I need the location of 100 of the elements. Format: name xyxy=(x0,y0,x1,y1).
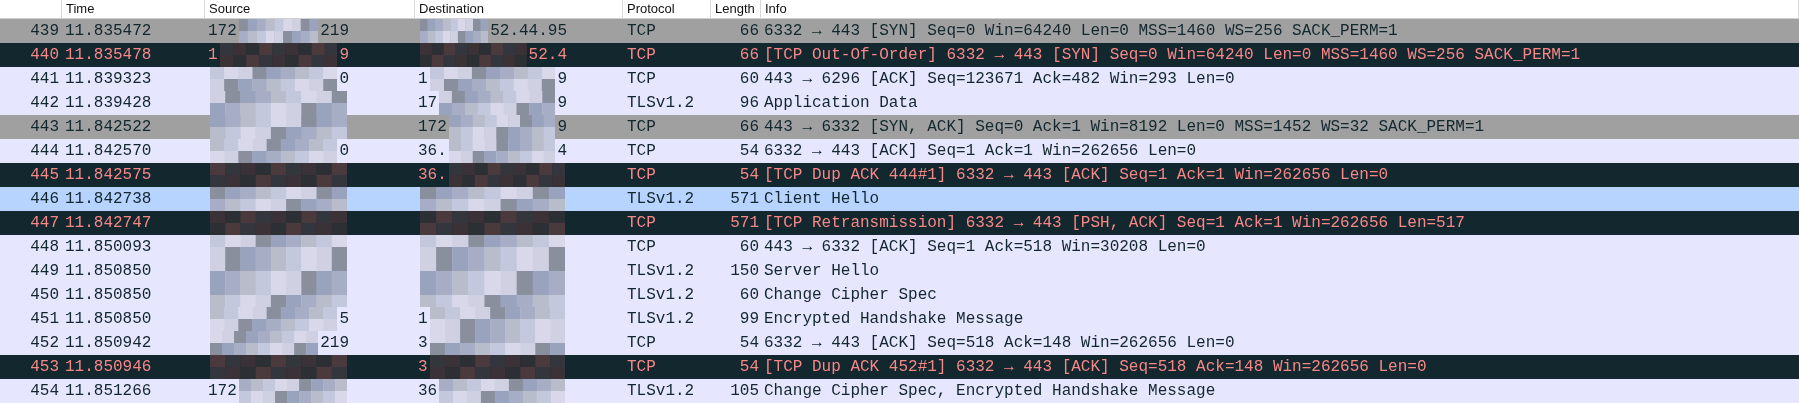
packet-row[interactable]: 440 11.835478 1 9 52.4 TCP 66 [TCP Out-Of-Order] 6332 → 443 [SYN] Seq=0 Win=64240 Len=0 MSS=1460 WS=256 SACK_PERM=1 xyxy=(0,43,1799,67)
protocol-cell: TCP xyxy=(627,358,656,376)
packet-number: 440 xyxy=(30,45,59,66)
destination-cell-text: 9 xyxy=(557,117,567,138)
protocol-cell: TLSv1.2 xyxy=(627,94,695,112)
source-cell-text: 172 xyxy=(208,381,237,402)
length-cell-text: 99 xyxy=(739,309,759,330)
destination-cell-text: 3 xyxy=(418,357,428,378)
protocol-cell: TLSv1.2 xyxy=(627,262,695,280)
length-cell-text: 54 xyxy=(739,333,759,354)
length-cell-text: 54 xyxy=(739,141,759,162)
packet-row[interactable]: 452 11.850942 219 3 TCP 54 6332 → 443 [ACK] Seq=518 Ack=148 Win=262656 Len=0 xyxy=(0,331,1799,355)
protocol-cell: TLSv1.2 xyxy=(627,382,695,400)
destination-cell-text: 52.4 xyxy=(528,45,567,66)
packet-number: 450 xyxy=(30,285,59,306)
source-cell-text: 0 xyxy=(339,141,349,162)
packet-row[interactable]: 450 11.850850 TLSv1.2 60 Change Cipher Spec xyxy=(0,283,1799,307)
source-cell-text: 219 xyxy=(320,21,349,42)
packet-row[interactable]: 448 11.850093 TCP 60 443 → 6332 [ACK] Seq=1 Ack=518 Win=30208 Len=0 xyxy=(0,235,1799,259)
packet-row[interactable]: 444 11.842570 0 36. 4 TCP 54 6332 → 443 [ACK] Seq=1 Ack=1 Win=262656 Len=0 xyxy=(0,139,1799,163)
time-cell: 11.850850 xyxy=(65,310,152,328)
packet-row[interactable]: 439 11.835472 172 219 52.44.95 TCP 66 6332 → 443 [SYN] Seq=0 Win=64240 Len=0 MSS=1460 WS=256 SACK_PERM=1 xyxy=(0,19,1799,43)
destination-cell-text: 36. xyxy=(418,165,447,186)
packet-number: 448 xyxy=(30,237,59,258)
packet-row[interactable]: 445 11.842575 36. TCP 54 [TCP Dup ACK 444#1] 6332 → 443 [ACK] Seq=1 Ack=1 Win=262656 Len=0 xyxy=(0,163,1799,187)
packet-row[interactable]: 443 11.842522 172 9 TCP 66 443 → 6332 [SYN, ACK] Seq=0 Ack=1 Win=8192 Len=0 MSS=1452 WS=32 SACK_PERM=1 xyxy=(0,115,1799,139)
column-header[interactable]: Protocol xyxy=(627,1,675,16)
protocol-cell: TCP xyxy=(627,46,656,64)
destination-cell-text: 36 xyxy=(418,381,438,402)
column-header[interactable]: Time xyxy=(66,1,95,16)
packet-number: 446 xyxy=(30,189,59,210)
destination-cell-text: 1 xyxy=(418,69,428,90)
protocol-cell: TCP xyxy=(627,22,656,40)
time-cell: 11.850946 xyxy=(65,358,152,376)
source-cell-text: 5 xyxy=(339,309,349,330)
info-cell: Change Cipher Spec xyxy=(764,286,937,304)
info-cell: Client Hello xyxy=(764,190,880,208)
info-cell: Change Cipher Spec, Encrypted Handshake Message xyxy=(764,382,1216,400)
source-cell-text: 0 xyxy=(339,69,349,90)
length-cell-text: 60 xyxy=(739,285,759,306)
protocol-cell: TCP xyxy=(627,142,656,160)
protocol-cell: TLSv1.2 xyxy=(627,190,695,208)
info-cell: Server Hello xyxy=(764,262,880,280)
column-header[interactable]: Destination xyxy=(419,1,485,16)
destination-cell-text: 3 xyxy=(418,333,428,354)
time-cell: 11.842747 xyxy=(65,214,152,232)
info-cell: 6332 → 443 [ACK] Seq=518 Ack=148 Win=262656 Len=0 xyxy=(764,334,1235,352)
protocol-cell: TLSv1.2 xyxy=(627,286,695,304)
packet-row[interactable]: 446 11.842738 TLSv1.2 571 Client Hello xyxy=(0,187,1799,211)
info-cell: [TCP Dup ACK 444#1] 6332 → 443 [ACK] Seq=1 Ack=1 Win=262656 Len=0 xyxy=(764,166,1389,184)
info-cell: Application Data xyxy=(764,94,918,112)
packet-number: 451 xyxy=(30,309,59,330)
destination-cell-text: 9 xyxy=(557,93,567,114)
source-cell-text: 9 xyxy=(339,45,349,66)
time-cell: 11.835472 xyxy=(65,22,152,40)
protocol-cell: TCP xyxy=(627,118,656,136)
packet-number: 454 xyxy=(30,381,59,402)
packet-number: 441 xyxy=(30,69,59,90)
length-cell-text: 60 xyxy=(739,237,759,258)
packet-row[interactable]: 451 11.850850 5 1 TLSv1.2 99 Encrypted Handshake Message xyxy=(0,307,1799,331)
source-cell-text: 172 xyxy=(208,21,237,42)
length-cell-text: 54 xyxy=(739,165,759,186)
packet-row[interactable]: 442 11.839428 17 9 TLSv1.2 96 Application Data xyxy=(0,91,1799,115)
length-cell-text: 105 xyxy=(730,381,759,402)
info-cell: Encrypted Handshake Message xyxy=(764,310,1024,328)
info-cell: 6332 → 443 [SYN] Seq=0 Win=64240 Len=0 MSS=1460 WS=256 SACK_PERM=1 xyxy=(764,22,1398,40)
source-cell-text: 1 xyxy=(208,45,218,66)
destination-cell-text: 52.44.95 xyxy=(490,21,567,42)
protocol-cell: TCP xyxy=(627,214,656,232)
length-cell-text: 150 xyxy=(730,261,759,282)
info-cell: 443 → 6296 [ACK] Seq=123671 Ack=482 Win=293 Len=0 xyxy=(764,70,1235,88)
packet-row[interactable]: 441 11.839323 0 1 9 TCP 60 443 → 6296 [ACK] Seq=123671 Ack=482 Win=293 Len=0 xyxy=(0,67,1799,91)
time-cell: 11.850093 xyxy=(65,238,152,256)
protocol-cell: TCP xyxy=(627,238,656,256)
length-cell-text: 54 xyxy=(739,357,759,378)
column-header[interactable]: Source xyxy=(209,1,251,16)
packet-number: 444 xyxy=(30,141,59,162)
destination-cell-text: 36. xyxy=(418,141,447,162)
packet-row[interactable]: 447 11.842747 TCP 571 [TCP Retransmission] 6332 → 443 [PSH, ACK] Seq=1 Ack=1 Win=262656 Len=517 xyxy=(0,211,1799,235)
column-header[interactable]: Info xyxy=(765,1,787,16)
destination-cell-text: 17 xyxy=(418,93,438,114)
column-header[interactable]: Length xyxy=(715,1,755,16)
packet-number: 453 xyxy=(30,357,59,378)
time-cell: 11.835478 xyxy=(65,46,152,64)
packet-number: 447 xyxy=(30,213,59,234)
time-cell: 11.839323 xyxy=(65,70,152,88)
length-cell-text: 571 xyxy=(730,213,759,234)
info-cell: [TCP Out-Of-Order] 6332 → 443 [SYN] Seq=0 Win=64240 Len=0 MSS=1460 WS=256 SACK_PERM=1 xyxy=(764,46,1581,64)
destination-cell-text: 172 xyxy=(418,117,447,138)
packet-row[interactable]: 454 11.851266 172 36 TLSv1.2 105 Change Cipher Spec, Encrypted Handshake Message xyxy=(0,379,1799,403)
info-cell: [TCP Retransmission] 6332 → 443 [PSH, ACK] Seq=1 Ack=1 Win=262656 Len=517 xyxy=(764,214,1465,232)
time-cell: 11.842575 xyxy=(65,166,152,184)
protocol-cell: TLSv1.2 xyxy=(627,310,695,328)
protocol-cell: TCP xyxy=(627,70,656,88)
time-cell: 11.842522 xyxy=(65,118,152,136)
length-cell-text: 60 xyxy=(739,69,759,90)
packet-row[interactable]: 453 11.850946 3 TCP 54 [TCP Dup ACK 452#1] 6332 → 443 [ACK] Seq=518 Ack=148 Win=262656 Len=0 xyxy=(0,355,1799,379)
source-cell-text: 219 xyxy=(320,333,349,354)
time-cell: 11.842738 xyxy=(65,190,152,208)
packet-row[interactable]: 449 11.850850 TLSv1.2 150 Server Hello xyxy=(0,259,1799,283)
